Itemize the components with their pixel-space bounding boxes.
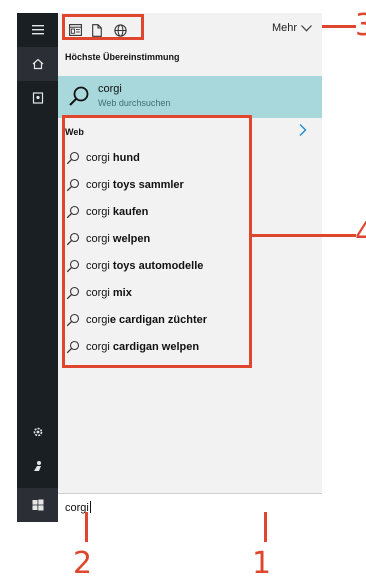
notebook-icon[interactable] [17,81,58,115]
best-match-subtitle: Web durchsuchen [98,98,171,108]
callout-box-4 [62,115,252,368]
windows-start-icon[interactable] [17,488,58,522]
left-bar [17,13,58,522]
callout-line-1 [264,512,267,542]
more-label: Mehr [271,22,297,34]
callout-number-2: 2 [73,546,93,581]
search-input[interactable]: corgi [58,493,322,523]
more-dropdown[interactable]: Mehr [272,22,312,34]
callout-number-1: 1 [252,546,272,581]
callout-number-3: 3 [355,8,366,43]
hamburger-icon[interactable] [17,13,58,47]
best-match-header: Höchste Übereinstimmung [65,52,180,62]
callout-box-3 [62,14,144,40]
callout-line-2 [85,512,88,542]
callout-line-3 [322,25,356,28]
settings-icon[interactable] [17,415,58,449]
best-match-title: corgi [98,83,122,95]
text-caret [89,501,91,513]
callout-line-4 [252,234,356,237]
search-icon [69,86,89,106]
home-icon[interactable] [17,47,58,81]
chevron-down-icon [301,24,312,32]
chevron-right-icon[interactable] [298,123,308,137]
best-match-item[interactable]: corgi Web durchsuchen [58,76,322,118]
callout-number-4: 4 [355,216,366,251]
feedback-icon[interactable] [17,449,58,483]
